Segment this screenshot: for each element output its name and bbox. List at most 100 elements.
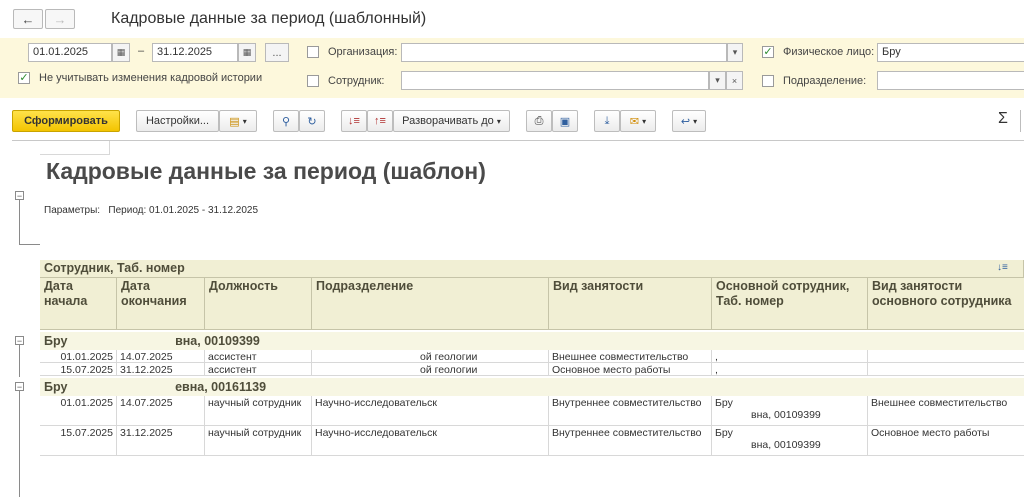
cell-employment-type: Внутреннее совместительство xyxy=(549,396,712,426)
cell-end-date: 31.12.2025 xyxy=(117,426,205,456)
report-title: Кадровые данные за период (шаблон) xyxy=(46,158,486,184)
group-header: Сотрудник, Таб. номер xyxy=(40,260,1024,278)
chevron-down-icon: ▾ xyxy=(693,116,698,126)
division-checkbox[interactable] xyxy=(762,75,774,87)
checkmark-icon: ✓ xyxy=(19,71,29,84)
calendar-icon: ▦ xyxy=(242,47,252,57)
cell-employment-type: Основное место работы xyxy=(549,363,712,376)
cell-position: ассистент xyxy=(205,363,312,376)
sum-icon: Σ xyxy=(998,110,1008,127)
expand-to-label: Разворачивать до xyxy=(402,115,494,127)
chevron-down-icon: ▾ xyxy=(642,116,647,126)
outline-line xyxy=(19,200,20,245)
cell-end-date: 14.07.2025 xyxy=(117,350,205,363)
date-from-input[interactable]: 01.01.2025 xyxy=(28,43,112,62)
table-row: 01.01.2025 14.07.2025 ассистент ой геоло… xyxy=(40,350,1024,363)
organization-label: Организация: xyxy=(328,46,398,58)
settings-button[interactable]: Настройки... xyxy=(136,110,219,132)
variants-button[interactable]: ▤ ▾ xyxy=(219,110,257,132)
report-parameters: Параметры: Период: 01.01.2025 - 31.12.20… xyxy=(44,205,259,216)
column-header-position: Должность xyxy=(205,278,312,330)
report-corner-cell xyxy=(40,141,110,155)
column-header-employment-type: Вид занятости xyxy=(549,278,712,330)
ignore-history-checkbox[interactable]: ✓ xyxy=(18,72,30,84)
cell-main-employee: , xyxy=(712,350,868,363)
employee-input[interactable] xyxy=(401,71,709,90)
chevron-down-icon: ▾ xyxy=(496,116,501,126)
main-employee-tabnum: вна, 00109399 xyxy=(751,439,821,451)
cell-division: Научно-исследовательск xyxy=(312,396,549,426)
table-row: 15.07.2025 31.12.2025 научный сотрудник … xyxy=(40,426,1024,456)
date-separator: – xyxy=(138,45,145,57)
column-header-start-date: Дата начала xyxy=(40,278,117,330)
cell-end-date: 14.07.2025 xyxy=(117,396,205,426)
collapse-header-toggle[interactable]: − xyxy=(15,191,24,201)
employee-checkbox[interactable] xyxy=(307,75,319,87)
outline-line xyxy=(19,391,20,497)
send-email-button[interactable]: ✉ ▾ xyxy=(620,110,656,132)
chevron-down-icon: ▾ xyxy=(732,47,738,57)
print-button[interactable]: ⎙ xyxy=(526,110,552,132)
division-label: Подразделение: xyxy=(783,75,867,87)
chevron-down-icon: ▾ xyxy=(242,116,247,126)
employee-dropdown-button[interactable]: ▾ xyxy=(709,71,726,90)
cell-main-employment-type: Основное место работы xyxy=(868,426,1024,456)
table-row: 15.07.2025 31.12.2025 ассистент ой геоло… xyxy=(40,363,1024,376)
close-icon: × xyxy=(731,75,738,86)
person-checkbox[interactable]: ✓ xyxy=(762,46,774,58)
back-button[interactable]: ← xyxy=(13,9,43,29)
find-next-button[interactable]: ↻ xyxy=(299,110,325,132)
printer-icon: ⎙ xyxy=(534,114,544,127)
outline-line xyxy=(19,345,20,377)
column-header-main-employee: Основной сотрудник, Таб. номер xyxy=(712,278,868,330)
cell-main-employee: Бру вна, 00109399 xyxy=(712,396,868,426)
sort-ascending-icon: ↑≡ xyxy=(374,115,386,127)
date-to-input[interactable]: 31.12.2025 xyxy=(152,43,238,62)
cell-main-employment-type: Внешнее совместительство xyxy=(868,396,1024,426)
cell-main-employee: , xyxy=(712,363,868,376)
report-variant-icon: ▤ xyxy=(229,115,240,128)
organization-checkbox[interactable] xyxy=(307,46,319,58)
search-icon: ⚲ xyxy=(281,115,291,128)
go-to-button[interactable]: ↩ ▾ xyxy=(672,110,706,132)
generate-button[interactable]: Сформировать xyxy=(12,110,120,132)
find-button[interactable]: ⚲ xyxy=(273,110,299,132)
forward-button[interactable]: → xyxy=(45,9,75,29)
column-header-division: Подразделение xyxy=(312,278,549,330)
collapse-group-toggle[interactable]: − xyxy=(15,336,24,346)
calendar-from-button[interactable]: ▦ xyxy=(112,43,130,62)
employee-clear-button[interactable]: × xyxy=(726,71,743,90)
organization-dropdown-button[interactable]: ▾ xyxy=(727,43,743,62)
person-input[interactable]: Бру xyxy=(877,43,1024,62)
main-employee-name: Бру xyxy=(715,427,733,439)
cell-main-employment-type xyxy=(868,363,1024,376)
cell-position: научный сотрудник xyxy=(205,396,312,426)
employee-label: Сотрудник: xyxy=(328,75,385,87)
envelope-icon: ✉ xyxy=(629,115,640,128)
arrow-left-icon: ← xyxy=(21,11,35,27)
cell-position: ассистент xyxy=(205,350,312,363)
cell-start-date: 01.01.2025 xyxy=(40,396,117,426)
column-header-main-employment-type: Вид занятости основного сотрудника xyxy=(868,278,1024,330)
division-input[interactable] xyxy=(877,71,1024,90)
save-button[interactable]: ⤓ xyxy=(594,110,620,132)
cell-end-date: 31.12.2025 xyxy=(117,363,205,376)
period-select-button[interactable]: ... xyxy=(265,43,289,62)
checkmark-icon: ✓ xyxy=(763,45,773,58)
toolbar-overflow-edge xyxy=(1020,110,1024,132)
cell-division: ой геологии xyxy=(312,363,549,376)
search-next-icon: ↻ xyxy=(307,115,317,128)
preview-button[interactable]: ▣ xyxy=(552,110,578,132)
calendar-to-button[interactable]: ▦ xyxy=(238,43,256,62)
cell-division: Научно-исследовательск xyxy=(312,426,549,456)
print-preview-icon: ▣ xyxy=(559,115,571,128)
sort-asc-button[interactable]: ↑≡ xyxy=(367,110,393,132)
cell-start-date: 15.07.2025 xyxy=(40,426,117,456)
organization-input[interactable] xyxy=(401,43,727,62)
cell-start-date: 01.01.2025 xyxy=(40,350,117,363)
sort-indicator-icon[interactable]: ↓≡ xyxy=(997,262,1008,273)
sort-desc-button[interactable]: ↓≡ xyxy=(341,110,367,132)
collapse-group-toggle[interactable]: − xyxy=(15,382,24,392)
column-header-end-date: Дата окончания xyxy=(117,278,205,330)
expand-to-button[interactable]: Разворачивать до ▾ xyxy=(393,110,510,132)
